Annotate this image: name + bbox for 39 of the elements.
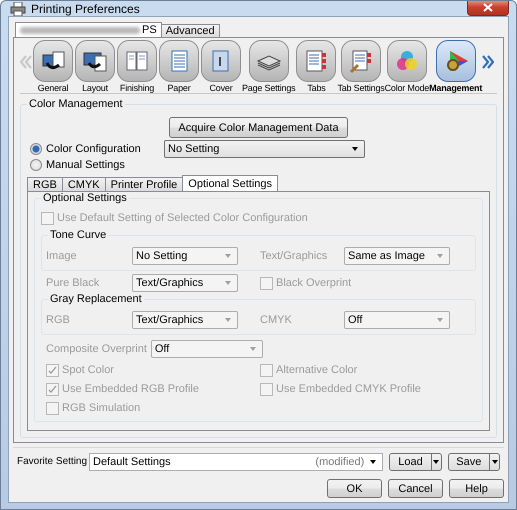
- field-label: CMYK: [260, 314, 293, 326]
- group-title: Tone Curve: [48, 229, 108, 241]
- tab[interactable]: Printer Profile: [104, 177, 184, 191]
- radio-label: Color Configuration: [46, 143, 141, 155]
- checkbox-label: Alternative Color: [276, 364, 358, 376]
- close-icon: [483, 2, 493, 12]
- window-title: Printing Preferences: [31, 2, 141, 16]
- checkbox-label: Black Overprint: [276, 277, 352, 289]
- close-button[interactable]: [467, 1, 509, 16]
- configuration-dropdown[interactable]: No Setting: [164, 140, 365, 158]
- split-button[interactable]: Save: [448, 452, 500, 470]
- favorite-dropdown[interactable]: Default Settings (modified): [89, 452, 384, 470]
- field-label: RGB: [46, 314, 71, 326]
- printer-icon: [10, 2, 26, 16]
- dialog-button[interactable]: Cancel: [388, 479, 443, 498]
- tab[interactable]: PS: [15, 22, 162, 37]
- group-title: Gray Replacement: [48, 293, 144, 305]
- tab[interactable]: CMYK: [62, 177, 106, 191]
- tab[interactable]: Advanced: [160, 24, 220, 37]
- field-label: Pure Black: [46, 277, 100, 289]
- radio-button[interactable]: [30, 159, 42, 171]
- checkbox-label: Spot Color: [62, 364, 114, 376]
- checkbox-label: Use Embedded CMYK Profile: [276, 383, 421, 395]
- checkbox-label: Use Embedded RGB Profile: [62, 383, 199, 395]
- field-label: Text/Graphics: [260, 250, 328, 262]
- field-label: Image: [46, 250, 78, 262]
- checkbox-label: Use Default Setting of Selected Color Configuration: [57, 212, 308, 224]
- radio-button[interactable]: [30, 143, 42, 155]
- group-title: Color Management: [27, 98, 125, 110]
- tab[interactable]: Optional Settings: [182, 175, 278, 191]
- checkbox-label: RGB Simulation: [62, 402, 140, 414]
- field-label: Composite Overprint: [46, 343, 147, 355]
- tab[interactable]: RGB: [27, 177, 63, 191]
- dialog-button[interactable]: OK: [327, 479, 382, 498]
- split-button[interactable]: Load: [389, 452, 442, 470]
- radio-label: Manual Settings: [46, 159, 125, 171]
- dialog-button[interactable]: Help: [449, 479, 504, 498]
- acquire-button[interactable]: Acquire Color Management Data: [169, 117, 348, 138]
- group-title: Optional Settings: [41, 192, 129, 204]
